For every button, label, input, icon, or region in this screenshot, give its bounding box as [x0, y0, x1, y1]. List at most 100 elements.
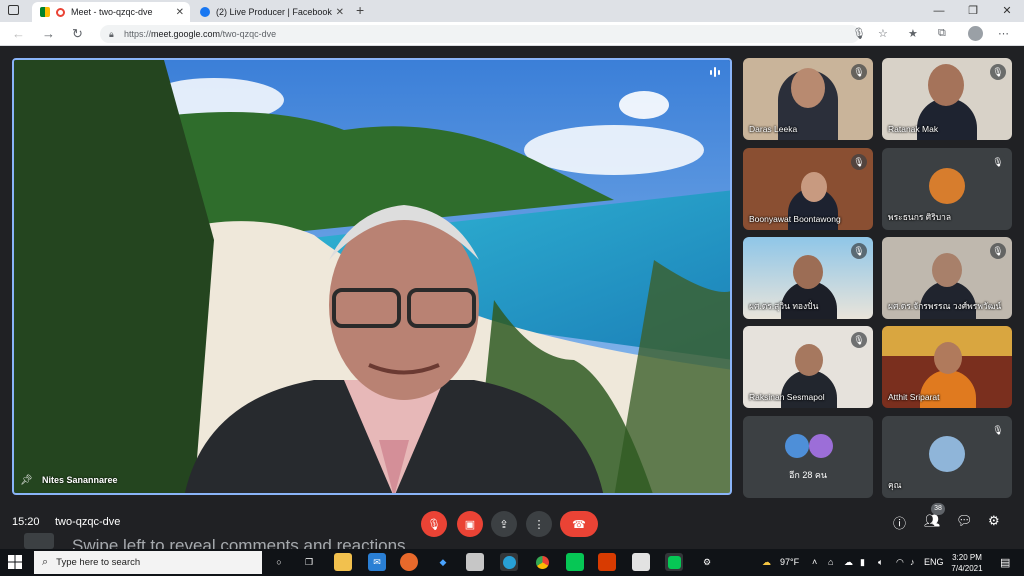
forward-icon[interactable]: → [42, 26, 55, 41]
more-vert-icon: ⋮ [533, 518, 545, 531]
mic-off-icon: 🎙︎ [851, 154, 867, 170]
address-bar-row: ← → ↻ 🔒︎ https://meet.google.com/two-qzq… [0, 22, 1024, 46]
paint-icon[interactable] [632, 553, 650, 571]
participant-tile[interactable]: Atthit Sriparat [882, 326, 1012, 408]
participant-name: คุณ [888, 480, 902, 490]
participant-tile[interactable]: 🎙︎ Boonyawat Boontawong [743, 148, 873, 230]
search-icon: ⌕ [42, 556, 49, 568]
weather-temp[interactable]: 97°F [780, 557, 799, 567]
browser-tab-bar: Meet - two-qzqc-dve ✕ (2) Live Producer … [0, 0, 1024, 22]
mic-off-icon: 🎙︎ [427, 518, 441, 531]
pin-icon[interactable]: 📌︎ [20, 475, 33, 486]
avatar [809, 434, 833, 458]
chat-icon[interactable]: 💬︎ [956, 513, 973, 529]
end-call-button[interactable]: ☎︎ [560, 511, 598, 537]
dropbox-icon[interactable]: ◆ [434, 553, 452, 571]
camera-off-icon: ▣ [464, 518, 476, 531]
more-menu-icon[interactable]: ⋯ [998, 27, 1009, 40]
present-button[interactable]: ⇪ [491, 511, 517, 537]
participant-count-badge: 38 [931, 503, 945, 515]
notification-icon[interactable]: ▤ [1000, 556, 1010, 569]
file-explorer-icon[interactable] [334, 553, 352, 571]
participant-tile[interactable]: 🎙︎ Raksinan Sesmapol [743, 326, 873, 408]
edge-icon[interactable] [500, 553, 518, 571]
language-indicator[interactable]: ENG [924, 557, 944, 567]
volume-icon[interactable]: ♪ [910, 557, 915, 567]
phone-hangup-icon: ☎︎ [572, 518, 586, 531]
tab-meet[interactable]: Meet - two-qzqc-dve ✕ [32, 2, 190, 22]
close-tab-icon[interactable]: ✕ [336, 7, 344, 18]
mic-toggle-button[interactable]: 🎙︎ [421, 511, 447, 537]
participant-tile[interactable]: 🎙︎ ผศ.ดร.สุวิน ทองปั่น [743, 237, 873, 319]
tab-facebook[interactable]: (2) Live Producer | Facebook ✕ [192, 2, 350, 22]
participant-tile[interactable]: 🎙︎ พระธนกร ศิริบาล [882, 148, 1012, 230]
participant-name: พระธนกร ศิริบาล [888, 212, 952, 222]
tab-title: Meet - two-qzqc-dve [71, 7, 153, 17]
cloud-icon[interactable]: ☁︎ [844, 557, 853, 568]
cortana-icon[interactable]: ○ [270, 553, 288, 571]
close-tab-icon[interactable]: ✕ [176, 7, 184, 18]
meeting-code: two-qzqc-dve [55, 516, 121, 528]
network-icon[interactable]: ⌂ [828, 557, 833, 567]
line-app-active-icon[interactable] [665, 553, 683, 571]
mic-off-icon: 🎙︎ [990, 64, 1006, 80]
minimize-icon[interactable]: — [922, 0, 956, 22]
back-icon[interactable]: ← [12, 26, 25, 41]
participant-tile[interactable]: 🎙︎ Ratanak Mak [882, 58, 1012, 140]
favorite-star-icon[interactable]: ☆ [878, 27, 888, 40]
present-icon: ⇪ [499, 518, 509, 531]
mic-off-icon: 🎙︎ [851, 64, 867, 80]
taskbar-clock[interactable]: 3:20 PM 7/4/2021 [942, 552, 992, 574]
office-icon[interactable] [598, 553, 616, 571]
settings-icon[interactable]: ⚙︎ [698, 553, 716, 571]
mic-off-icon: 🎙︎ [990, 243, 1006, 259]
window-controls: — ❐ ✕ [922, 0, 1024, 22]
mic-off-icon: 🎙︎ [851, 332, 867, 348]
swipe-hint-handle [24, 533, 54, 549]
participant-name: Ratanak Mak [888, 124, 939, 134]
close-window-icon[interactable]: ✕ [990, 0, 1024, 22]
participant-tile[interactable]: 🎙︎ ผศ.ดร.จักรพรรณ วงศ์พรพวัฒน์ [882, 237, 1012, 319]
avatar [929, 168, 965, 204]
meet-favicon-icon [40, 7, 50, 17]
meeting-details-icon[interactable]: ⓘ [893, 513, 906, 532]
speaker-icon[interactable]: 🔈︎ [878, 557, 883, 568]
collections-icon[interactable]: ⧉ [938, 27, 946, 40]
meet-window: 📌︎ Nites Sanannaree 🎙︎ Daras Leeka 🎙︎ Ra… [0, 47, 1024, 555]
record-dot-icon [56, 7, 65, 17]
camera-toggle-button[interactable]: ▣ [457, 511, 483, 537]
url-field[interactable]: 🔒︎ https://meet.google.com/two-qzqc-dve [100, 25, 860, 43]
participant-tile[interactable]: 🎙︎ Daras Leeka [743, 58, 873, 140]
self-tile[interactable]: 🎙︎ คุณ [882, 416, 1012, 498]
participant-name: ผศ.ดร.สุวิน ทองปั่น [749, 301, 819, 311]
line-icon[interactable] [566, 553, 584, 571]
main-speaker-tile[interactable]: 📌︎ Nites Sanannaree [12, 58, 732, 495]
more-options-button[interactable]: ⋮ [526, 511, 552, 537]
task-view-icon[interactable]: ❐ [300, 553, 318, 571]
participant-name: Raksinan Sesmapol [749, 392, 825, 402]
maximize-icon[interactable]: ❐ [956, 0, 990, 22]
windows-start-icon[interactable] [8, 555, 22, 569]
mail-icon[interactable]: ✉ [368, 553, 386, 571]
mic-off-icon: 🎙︎ [990, 154, 1006, 170]
lock-icon: 🔒︎ [109, 29, 114, 39]
reload-icon[interactable]: ↻ [72, 26, 83, 42]
app-icon[interactable] [466, 553, 484, 571]
profile-avatar[interactable] [968, 26, 983, 41]
microphone-icon[interactable]: 🎙︎ [852, 27, 866, 40]
firefox-icon[interactable] [400, 553, 418, 571]
tray-overflow-icon[interactable]: ˄ [812, 557, 817, 567]
speaking-indicator-icon [710, 66, 722, 78]
others-tile[interactable]: อีก 28 คน [743, 416, 873, 498]
people-icon[interactable]: 👥︎ [924, 513, 941, 529]
participant-name: ผศ.ดร.จักรพรรณ วงศ์พรพวัฒน์ [888, 301, 1002, 311]
taskbar-search-box[interactable]: ⌕ Type here to search [34, 551, 262, 574]
activities-icon[interactable]: ⚙︎ [988, 513, 1000, 529]
chrome-icon[interactable] [533, 553, 551, 571]
favorites-icon[interactable]: ★ [908, 27, 918, 40]
wifi-icon[interactable]: ◠ [896, 557, 904, 568]
new-tab-icon[interactable]: + [356, 2, 364, 18]
participant-name: Boonyawat Boontawong [749, 214, 841, 224]
battery-icon[interactable]: ▮ [860, 557, 865, 568]
window-menu-icon[interactable] [8, 5, 19, 15]
